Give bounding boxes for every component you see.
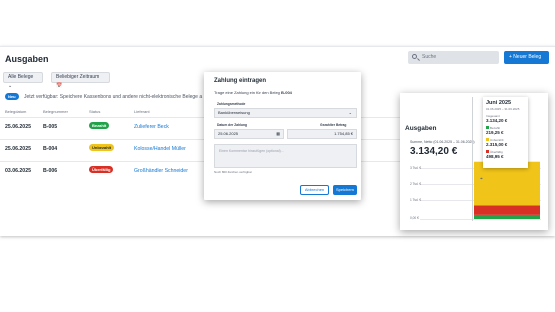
new-badge: Neu [5,93,19,100]
filter-all-receipts[interactable]: Alle Belege ⌄ [3,72,43,89]
cancel-button[interactable]: Abbrechen [300,185,329,195]
char-hint: Noch 800 Zeichen verfügbar [214,170,252,174]
tooltip-item-value: 219,25 € [486,130,504,135]
row-date: 25.06.2025 [5,124,31,130]
y-tick-label: 2 Tsd. € [410,182,422,186]
bar-chart[interactable] [472,160,542,222]
y-tick-label: 1 Tsd. € [410,198,422,202]
status-badge: Unbezahlt [89,144,115,151]
method-select[interactable]: Banküberweisung ⌄ [214,108,357,118]
app-root: Ausgaben Suche + Neuer Beleg Alle Belege… [0,0,555,312]
tooltip-total-value: 3.134,20 € [486,118,508,123]
tooltip-range: 01.06.2025 – 31.06.2025 [486,107,520,111]
row-number: B-004 [43,146,58,152]
hover-line [472,97,473,221]
row-number: B-005 [43,124,58,130]
modal-title: Zahlung eintragen [214,78,267,84]
supplier-link[interactable]: Kolosse/Handel Müller [134,146,186,152]
row-date: 25.06.2025 [5,146,31,152]
row-number: B-006 [43,168,58,174]
date-value: 25.06.2025 [218,131,239,136]
tooltip-item-value: 2.315,00 € [486,142,508,147]
bar-segment-3[interactable] [474,161,540,206]
new-receipt-button[interactable]: + Neuer Beleg [504,51,549,64]
calendar-icon[interactable]: ▦ [276,130,280,138]
status-badge: Überfällig [89,166,114,173]
tooltip-item-value: 498,95 € [486,154,504,159]
save-button[interactable]: Speichern [333,185,357,195]
legend-swatch [486,126,489,129]
search-placeholder: Suche [422,54,437,60]
y-tick-label: 0,00 € [410,216,419,220]
row-date: 03.06.2025 [5,168,31,174]
chart-tooltip: Juni 2025 01.06.2025 – 31.06.2025 Insges… [483,97,528,168]
search-input[interactable]: Suche [408,51,499,64]
col-date: Belegdatum [5,109,27,114]
notice-bar: Neu Jetzt verfügbar: Speichere Kassenbon… [5,93,202,100]
legend-swatch [486,150,489,153]
modal-intro: Trage eine Zahlung ein für den Beleg B-0… [214,90,292,95]
col-supplier: Lieferant [134,109,150,114]
modal-intro-ref: B-004 [281,90,292,95]
page-title: Ausgaben [5,54,49,64]
col-status: Status [89,109,101,114]
date-label: Datum der Zahlung [217,123,248,127]
bar-segment-1[interactable] [474,214,540,219]
notice-text: Jetzt verfügbar: Speichere Kassenbons un… [23,94,203,100]
cursor-icon: ⌖ [480,176,483,182]
tooltip-month: Juni 2025 [486,100,512,106]
method-value: Banküberweisung [218,110,250,115]
chevron-down-icon: ⌄ [348,110,352,115]
chart-summary: Summe, Netto (01.06.2025 – 31.06.2025) [410,140,475,144]
legend-swatch [486,138,489,141]
comment-textarea[interactable]: Einen Kommentar hinzufügen (optional)... [214,144,357,168]
bar-segment-2[interactable] [474,205,540,215]
payment-modal: Zahlung eintragen Trage eine Zahlung ein… [204,72,361,200]
col-number: Belegnummer [43,109,68,114]
y-tick-label: 3 Tsd. € [410,166,422,170]
modal-intro-text: Trage eine Zahlung ein für den Beleg [214,90,282,95]
supplier-link[interactable]: Großhändler Schneider [134,168,188,174]
search-icon [412,54,417,59]
chart-title: Ausgaben [405,125,437,132]
supplier-link[interactable]: Zulieferer Beck [134,124,169,130]
filter-period[interactable]: Beliebiger Zeitraum 📅 [51,72,110,89]
amount-label: Gezahlter Betrag [320,123,347,127]
status-badge: Bezahlt [89,122,110,129]
amount-field[interactable]: 1.754,85 € [287,129,357,139]
chart-total: 3.134,20 € [410,146,458,157]
method-label: Zahlungsmethode [217,102,246,106]
date-field[interactable]: 25.06.2025 ▦ [214,129,284,139]
